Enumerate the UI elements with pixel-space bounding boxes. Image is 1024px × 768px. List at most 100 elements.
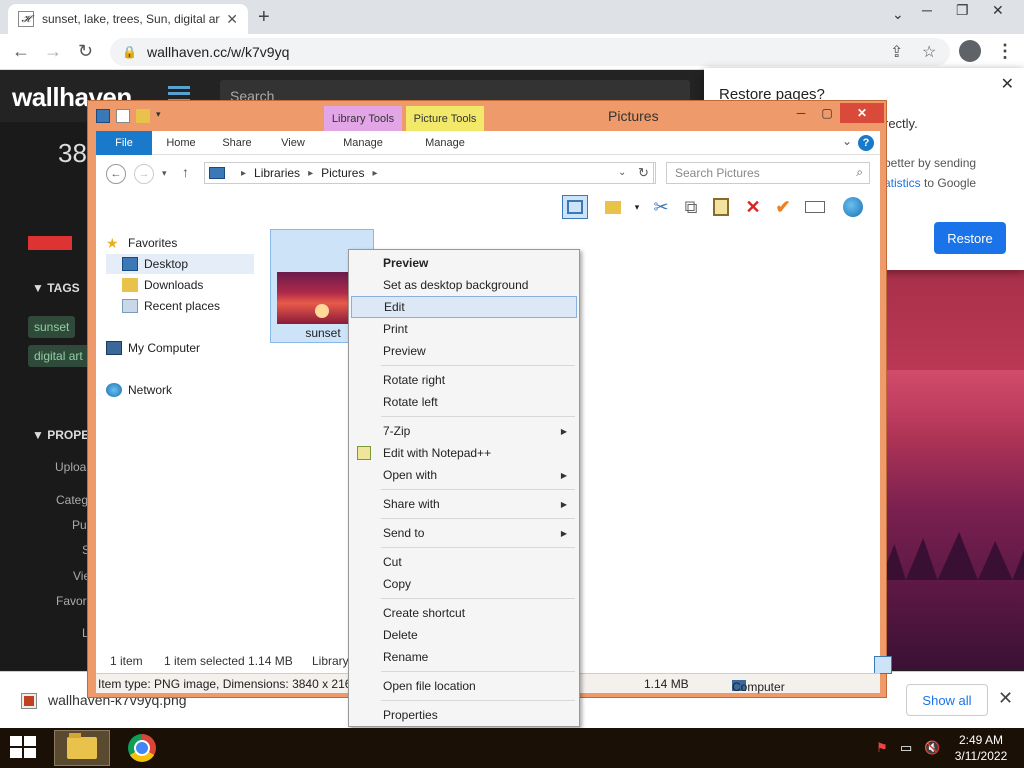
wallpaper-image[interactable] <box>880 270 1024 670</box>
profile-avatar[interactable] <box>959 40 981 62</box>
nav-computer[interactable]: My Computer <box>106 338 200 358</box>
nav-network[interactable]: Network <box>106 380 172 400</box>
library-tools-tab[interactable]: Library Tools <box>324 106 402 131</box>
breadcrumb-pictures[interactable]: Pictures <box>321 166 364 180</box>
tab-home[interactable]: Home <box>158 131 204 155</box>
menu-create-shortcut[interactable]: Create shortcut <box>351 602 577 624</box>
menu-preview[interactable]: Preview <box>351 340 577 362</box>
browser-tab[interactable]: 𝓗 sunset, lake, trees, Sun, digital art … <box>8 4 248 34</box>
explorer-minimize-button[interactable]: ─ <box>788 103 814 123</box>
taskbar-chrome[interactable] <box>114 730 170 766</box>
tab-view[interactable]: View <box>270 131 316 155</box>
explorer-forward-icon[interactable]: → <box>134 164 154 184</box>
tab-search-icon[interactable]: ⌄ <box>892 6 904 23</box>
taskbar-explorer[interactable] <box>54 730 110 766</box>
explorer-refresh-icon[interactable]: ↻ <box>632 162 656 184</box>
explorer-app-icon[interactable] <box>96 109 110 123</box>
properties-icon[interactable] <box>116 109 130 123</box>
tab-close-icon[interactable]: ✕ <box>226 11 238 28</box>
qat-dropdown-icon[interactable]: ▾ <box>156 109 170 123</box>
restore-close-icon[interactable]: ✕ <box>1001 74 1014 94</box>
preview-pane-icon[interactable] <box>562 195 588 219</box>
color-swatch[interactable] <box>28 236 72 250</box>
select-dropdown-icon[interactable]: ▾ <box>624 195 650 219</box>
explorer-address-bar[interactable]: ▸ Libraries ▸ Pictures ▸ <box>204 162 654 184</box>
network-tray-icon[interactable]: ▭ <box>900 740 912 756</box>
downloads-folder-icon <box>122 278 138 292</box>
breadcrumb-separator-icon[interactable]: ▸ <box>372 168 377 179</box>
picture-tools-tab[interactable]: Picture Tools <box>406 106 484 131</box>
tab-file[interactable]: File <box>96 131 152 155</box>
nav-favorites[interactable]: ★ Favorites <box>106 233 177 253</box>
new-folder-icon[interactable] <box>136 109 150 123</box>
tab-manage-picture[interactable]: Manage <box>406 131 484 155</box>
minimize-button[interactable]: ─ <box>922 2 932 18</box>
forward-arrow-icon[interactable]: → <box>44 41 62 62</box>
search-icon[interactable]: ⌕ <box>856 165 863 180</box>
reload-icon[interactable]: ↻ <box>78 41 93 62</box>
explorer-maximize-button[interactable]: ▢ <box>814 103 840 123</box>
download-bar-close-icon[interactable]: ✕ <box>998 688 1013 709</box>
show-all-button[interactable]: Show all <box>906 684 988 716</box>
globe-icon[interactable] <box>840 195 866 219</box>
help-icon[interactable]: ? <box>858 135 874 151</box>
menu-set-desktop-background[interactable]: Set as desktop background <box>351 274 577 296</box>
large-icons-view-icon[interactable] <box>874 656 892 674</box>
tab-share[interactable]: Share <box>214 131 260 155</box>
search-pictures-input[interactable]: Search Pictures ⌕ <box>666 162 870 184</box>
statistics-link[interactable]: atistics <box>884 176 921 190</box>
menu-7zip[interactable]: 7-Zip ▶ <box>351 420 577 442</box>
menu-cut[interactable]: Cut <box>351 551 577 573</box>
restore-button[interactable]: Restore <box>934 222 1006 254</box>
menu-copy[interactable]: Copy <box>351 573 577 595</box>
rename-icon[interactable] <box>802 195 828 219</box>
menu-preview-default[interactable]: Preview <box>351 252 577 274</box>
explorer-back-icon[interactable]: ← <box>106 164 126 184</box>
menu-delete[interactable]: Delete <box>351 624 577 646</box>
delete-x-icon[interactable]: ✕ <box>740 195 766 219</box>
menu-rotate-right[interactable]: Rotate right <box>351 369 577 391</box>
explorer-close-button[interactable]: ✕ <box>840 103 884 123</box>
menu-properties[interactable]: Properties <box>351 704 577 726</box>
back-arrow-icon[interactable]: ← <box>12 41 30 62</box>
menu-kebab-icon[interactable]: ⋮ <box>996 41 1014 62</box>
menu-open-file-location[interactable]: Open file location <box>351 675 577 697</box>
menu-print[interactable]: Print <box>351 318 577 340</box>
ribbon-expand-icon[interactable]: ⌄ <box>842 134 852 148</box>
new-tab-button[interactable]: + <box>258 6 270 29</box>
copy-icon[interactable]: ⧉ <box>678 195 704 219</box>
tag-digital-art[interactable]: digital art <box>28 345 89 367</box>
menu-edit[interactable]: Edit <box>351 296 577 318</box>
system-clock[interactable]: 2:49 AM 3/11/2022 <box>952 732 1010 764</box>
tag-sunset[interactable]: sunset <box>28 316 76 338</box>
select-folder-icon[interactable] <box>600 195 626 219</box>
action-center-flag-icon[interactable]: ⚑ <box>876 740 888 756</box>
menu-share-with[interactable]: Share with ▶ <box>351 493 577 515</box>
address-bar[interactable]: 🔒 wallhaven.cc/w/k7v9yq <box>110 38 950 66</box>
nav-downloads[interactable]: Downloads <box>106 275 203 295</box>
breadcrumb-libraries[interactable]: Libraries <box>254 166 300 180</box>
menu-edit-notepad[interactable]: Edit with Notepad++ <box>351 442 577 464</box>
breadcrumb-separator-icon[interactable]: ▸ <box>308 168 313 179</box>
nav-desktop[interactable]: Desktop <box>106 254 254 274</box>
volume-muted-icon[interactable]: 🔇 <box>924 740 940 756</box>
checkmark-icon[interactable]: ✔ <box>770 195 796 219</box>
maximize-button[interactable]: ❐ <box>956 2 969 19</box>
menu-rotate-left[interactable]: Rotate left <box>351 391 577 413</box>
tags-heading[interactable]: ▼ TAGS <box>32 281 80 295</box>
close-window-button[interactable]: ✕ <box>992 2 1004 19</box>
tab-manage-library[interactable]: Manage <box>324 131 402 155</box>
recent-locations-icon[interactable]: ▾ <box>162 168 167 179</box>
up-arrow-icon[interactable]: ↑ <box>182 164 189 180</box>
share-icon[interactable]: ⇪ <box>890 42 903 62</box>
nav-recent[interactable]: Recent places <box>106 296 220 316</box>
menu-rename[interactable]: Rename <box>351 646 577 668</box>
paste-icon[interactable] <box>708 195 734 219</box>
menu-send-to[interactable]: Send to ▶ <box>351 522 577 544</box>
breadcrumb-separator-icon[interactable]: ▸ <box>241 168 246 179</box>
cut-scissors-icon[interactable]: ✂ <box>648 195 674 219</box>
windows-start-icon[interactable] <box>10 736 38 760</box>
bookmark-star-icon[interactable]: ☆ <box>922 42 936 62</box>
menu-open-with[interactable]: Open with ▶ <box>351 464 577 486</box>
address-dropdown-icon[interactable]: ⌄ <box>618 167 626 178</box>
